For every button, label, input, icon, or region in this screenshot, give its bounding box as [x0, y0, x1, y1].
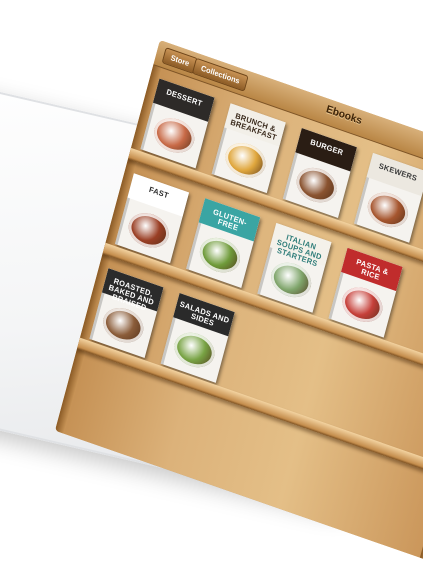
food-photo: [364, 187, 412, 232]
food-photo: [125, 208, 173, 253]
food-photo: [171, 327, 219, 372]
food-photo: [339, 282, 387, 327]
food-photo: [150, 113, 198, 158]
food-photo: [293, 162, 341, 207]
food-photo: [196, 233, 244, 278]
page-title: Ebooks: [325, 104, 363, 127]
food-photo: [222, 138, 270, 183]
